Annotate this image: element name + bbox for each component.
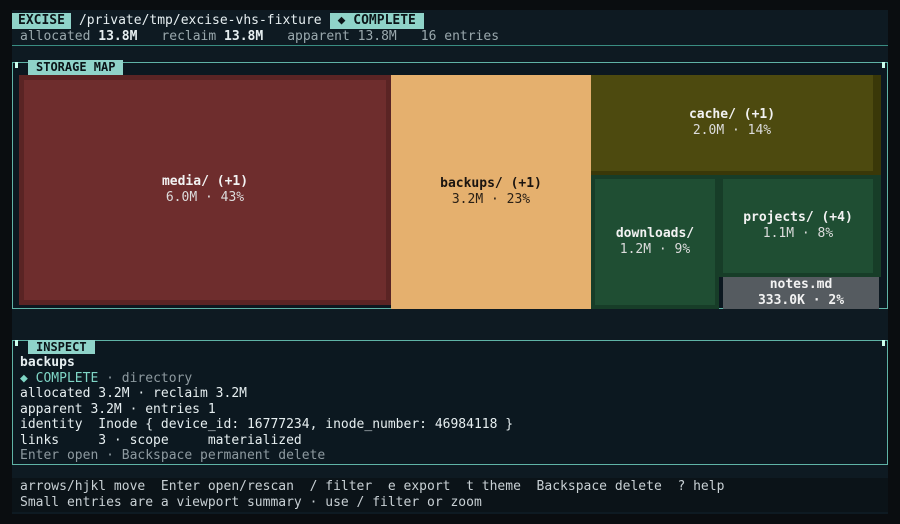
apparent-summary: apparent 13.8M	[287, 29, 397, 44]
tile-notes[interactable]: notes.md 333.0K · 2%	[723, 277, 879, 309]
tile-label: backups/ (+1)	[440, 176, 542, 191]
tile-size: 6.0M · 43%	[165, 190, 245, 205]
corner-mark	[882, 62, 885, 68]
storage-map-panel: media/ (+1) 6.0M · 43% backups/ (+1) 3.2…	[12, 62, 888, 309]
inspect-status: ◆ COMPLETE	[20, 371, 99, 386]
summary-line: allocated 13.8M reclaim 13.8M apparent 1…	[20, 29, 499, 44]
tile-size: 2.0M · 14%	[692, 123, 772, 138]
inspect-status-line: ◆ COMPLETE · directory	[20, 371, 192, 387]
allocated-summary: allocated 13.8M	[20, 29, 138, 44]
tile-backups[interactable]: backups/ (+1) 3.2M · 23%	[391, 75, 591, 309]
status-badge: ◆ COMPLETE	[329, 12, 424, 29]
inspect-allocated: allocated 3.2M · reclaim 3.2M	[20, 386, 247, 401]
inspect-title: INSPECT	[28, 340, 95, 354]
tile-size: 333.0K · 2%	[757, 293, 845, 308]
inspect-apparent: apparent 3.2M · entries 1	[20, 402, 216, 417]
tile-media[interactable]: media/ (+1) 6.0M · 43%	[19, 75, 391, 305]
inspect-name: backups	[20, 355, 75, 370]
storage-map-title: STORAGE MAP	[28, 60, 124, 75]
inspect-links: links 3 · scope materialized	[20, 433, 302, 448]
corner-mark	[15, 340, 18, 346]
header-bar: EXCISE /private/tmp/excise-vhs-fixture ◆…	[12, 12, 888, 29]
reclaim-summary: reclaim 13.8M	[161, 29, 264, 44]
tile-label: media/ (+1)	[161, 174, 249, 189]
viewport-note: Small entries are a viewport summary · u…	[20, 495, 482, 510]
inspect-kind: · directory	[98, 371, 193, 386]
tile-label: notes.md	[769, 277, 833, 292]
corner-mark	[882, 340, 885, 346]
terminal-window: EXCISE /private/tmp/excise-vhs-fixture ◆…	[12, 10, 888, 514]
keybinding-footer: arrows/hjkl move Enter open/rescan / fil…	[12, 478, 888, 512]
tile-label: projects/ (+4)	[743, 210, 853, 225]
tile-size: 3.2M · 23%	[451, 192, 531, 207]
tile-label: cache/ (+1)	[688, 107, 776, 122]
tile-label: downloads/	[615, 226, 695, 241]
tile-cache[interactable]: cache/ (+1) 2.0M · 14%	[591, 75, 881, 175]
corner-mark	[15, 62, 18, 68]
tile-size: 1.1M · 8%	[762, 226, 834, 241]
tile-downloads[interactable]: downloads/ 1.2M · 9%	[591, 175, 719, 309]
tile-size: 1.2M · 9%	[619, 242, 691, 257]
scan-path: /private/tmp/excise-vhs-fixture	[78, 13, 322, 28]
header-divider	[12, 45, 888, 46]
entries-summary: 16 entries	[420, 29, 500, 44]
keybinding-help: arrows/hjkl move Enter open/rescan / fil…	[20, 479, 725, 494]
inspect-hint: Enter open · Backspace permanent delete	[20, 448, 326, 463]
inspect-identity: identity Inode { device_id: 16777234, in…	[20, 417, 514, 432]
app-tag: EXCISE	[12, 12, 71, 29]
tile-projects[interactable]: projects/ (+4) 1.1M · 8%	[719, 175, 881, 277]
